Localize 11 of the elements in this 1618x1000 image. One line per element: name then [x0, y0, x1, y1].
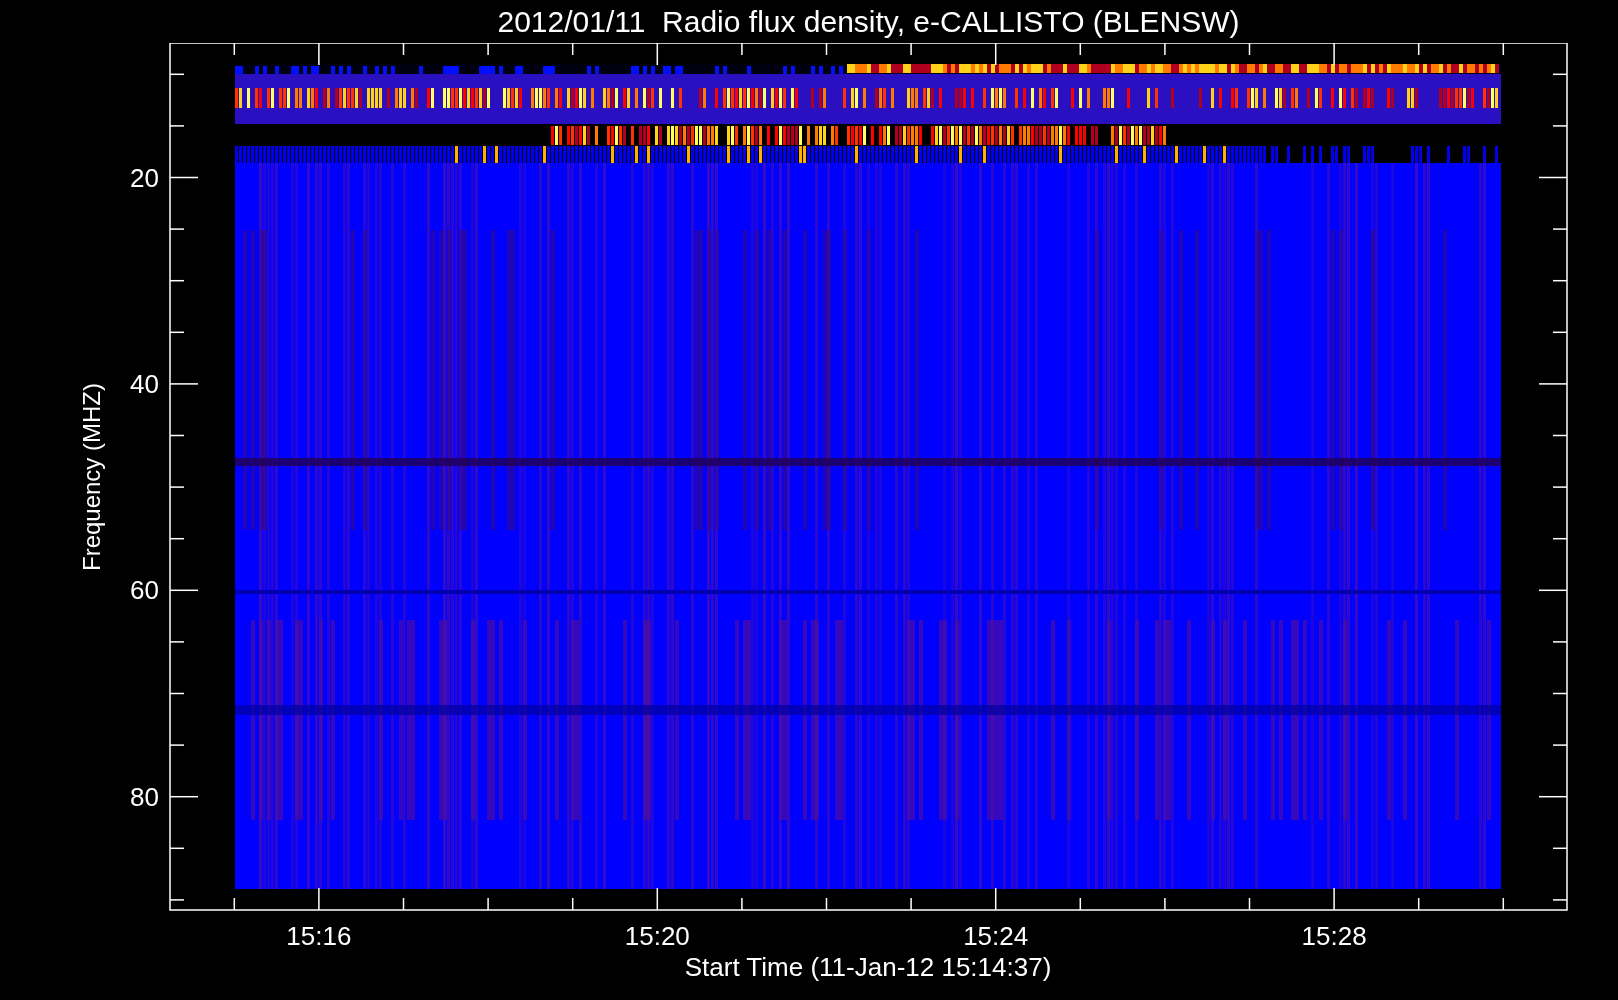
tick-label: 15:24 [963, 921, 1029, 951]
tick-label: 15:16 [286, 921, 352, 951]
tick-label: 20 [130, 162, 159, 193]
chart-title: 2012/01/11 Radio flux density, e-CALLISTO (BLENSW) [497, 6, 1240, 37]
tick-label: 60 [130, 575, 159, 606]
axis-title: Frequency (MHZ) [78, 383, 105, 571]
tick-label: 15:20 [624, 921, 690, 951]
tick-label: 80 [130, 781, 159, 812]
axis-title: Start Time (11-Jan-12 15:14:37) [684, 952, 1052, 982]
tick-label: 15:28 [1301, 921, 1367, 951]
tick-label: 40 [130, 368, 159, 399]
